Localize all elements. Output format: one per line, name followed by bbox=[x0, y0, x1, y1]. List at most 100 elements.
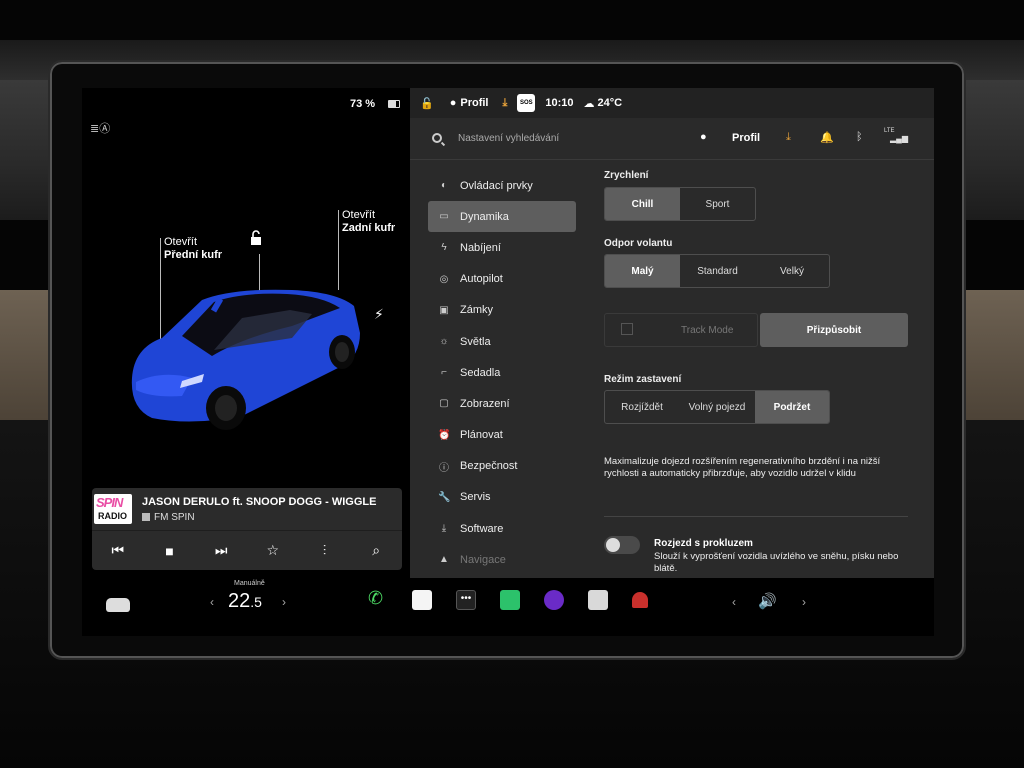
equalizer-icon[interactable]: ⫶ bbox=[311, 542, 337, 559]
settings-nav: ◐ Ovládací prvky ▭ Dynamika ϟ Nabíjení ◎ Aut… bbox=[428, 170, 576, 575]
volume-up-icon[interactable]: › bbox=[802, 595, 806, 609]
status-bar: 🔓 ● Profil ⤓ SOS 10:10 ☁ 24°C bbox=[410, 88, 934, 118]
settings-panel: Nastavení vyhledávání ● Profil ⤓ 🔔 ᛒ LTE… bbox=[410, 118, 934, 578]
slip-start-description: Slouží k vyprošťení vozidla uvízlého ve … bbox=[654, 551, 899, 574]
nav-item-autopilot[interactable]: ◎ Autopilot bbox=[428, 264, 576, 295]
nav-item-lights[interactable]: ☼ Světla bbox=[428, 326, 576, 357]
stopping-option-creep[interactable]: Rozjíždět bbox=[605, 391, 679, 423]
nav-item-charging[interactable]: ϟ Nabíjení bbox=[428, 232, 576, 263]
nav-item-locks[interactable]: ▣ Zámky bbox=[428, 295, 576, 326]
nav-item-label: Nabíjení bbox=[460, 241, 501, 254]
download-icon[interactable]: ⤓ bbox=[502, 97, 507, 110]
bluetooth-icon[interactable]: ᛒ bbox=[856, 131, 863, 143]
calendar-icon[interactable] bbox=[588, 590, 608, 610]
nav-item-safety[interactable]: ⓘ Bezpečnost bbox=[428, 451, 576, 482]
touchscreen: 73 % ≣Ⓐ Otevřít Přední kufr Otevřít Zadn… bbox=[82, 88, 934, 636]
weather-icon: ☁ bbox=[583, 97, 595, 110]
now-playing-title: JASON DERULO ft. SNOOP DOGG - WIGGLE bbox=[142, 496, 377, 508]
settings-header: Nastavení vyhledávání ● Profil ⤓ 🔔 ᛒ LTE… bbox=[410, 118, 934, 160]
volume-icon[interactable]: 🔊 bbox=[758, 592, 777, 610]
nav-item-display[interactable]: ▢ Zobrazení bbox=[428, 388, 576, 419]
customize-button[interactable]: Přizpůsobit bbox=[760, 313, 908, 347]
display-icon: ▢ bbox=[439, 398, 449, 410]
rear-trunk-label: Zadní kufr bbox=[342, 222, 396, 234]
steering-title: Odpor volantu bbox=[604, 238, 673, 249]
front-trunk-action: Otevřít bbox=[164, 236, 198, 248]
temp-decimal: .5 bbox=[250, 594, 262, 610]
bell-icon[interactable]: 🔔 bbox=[820, 131, 834, 144]
wood-trim-right bbox=[964, 290, 1024, 420]
steering-option-standard[interactable]: Standard bbox=[680, 255, 755, 287]
signal-icon: ▂▄▆ bbox=[890, 134, 908, 143]
notes-icon[interactable] bbox=[412, 590, 432, 610]
station-label: FM SPIN bbox=[154, 512, 195, 523]
acceleration-option-chill[interactable]: Chill bbox=[605, 188, 680, 220]
front-trunk-label: Přední kufr bbox=[164, 249, 223, 261]
front-trunk-button[interactable]: Otevřít Přední kufr bbox=[164, 236, 222, 262]
nav-item-label: Software bbox=[460, 522, 504, 535]
acceleration-option-sport[interactable]: Sport bbox=[680, 188, 755, 220]
temp-down-icon[interactable]: ‹ bbox=[210, 595, 214, 609]
previous-track-icon[interactable]: ⏮ bbox=[105, 542, 131, 559]
toggle-icon: ◐ bbox=[440, 180, 448, 192]
media-search-icon[interactable]: ⌕ bbox=[363, 542, 389, 559]
headlight-auto-icon[interactable]: ≣Ⓐ bbox=[90, 120, 112, 135]
settings-search-input[interactable]: Nastavení vyhledávání bbox=[458, 133, 559, 144]
nav-item-label: Plánovat bbox=[460, 429, 503, 442]
profile-label[interactable]: Profil bbox=[732, 132, 760, 144]
volume-down-icon[interactable]: ‹ bbox=[732, 595, 736, 609]
battery-percent: 73 % bbox=[350, 98, 376, 110]
download-icon: ⤓ bbox=[441, 523, 447, 535]
rear-trunk-button[interactable]: Otevřít Zadní kufr bbox=[342, 209, 395, 235]
sos-icon[interactable]: SOS bbox=[517, 94, 536, 112]
acceleration-title: Zrychlení bbox=[604, 170, 649, 181]
stocks-icon[interactable] bbox=[500, 590, 520, 610]
nav-item-controls[interactable]: ◐ Ovládací prvky bbox=[428, 170, 576, 201]
car-icon[interactable] bbox=[106, 598, 130, 612]
charge-port-icon[interactable]: ⚡ bbox=[374, 306, 384, 323]
profile-icon[interactable]: ● bbox=[450, 97, 457, 109]
download-icon[interactable]: ⤓ bbox=[786, 131, 791, 144]
nav-item-label: Zobrazení bbox=[460, 397, 510, 410]
stop-icon[interactable]: ■ bbox=[156, 543, 182, 559]
status-profile-label[interactable]: Profil bbox=[460, 97, 488, 109]
media-controls: ⏮ ■ ⏭ ☆ ⫶ ⌕ bbox=[92, 530, 402, 570]
seat-icon: ⌐ bbox=[441, 367, 447, 379]
camera-icon[interactable] bbox=[544, 590, 564, 610]
radio-icon bbox=[142, 513, 150, 521]
media-player: SPIN RADIO JASON DERULO ft. SNOOP DOGG -… bbox=[92, 488, 402, 570]
nav-item-schedule[interactable]: ⏰ Plánovat bbox=[428, 420, 576, 451]
unlock-icon[interactable] bbox=[248, 230, 264, 246]
slip-start-toggle[interactable] bbox=[604, 536, 640, 554]
car-icon: ▭ bbox=[439, 211, 449, 223]
temp-up-icon[interactable]: › bbox=[282, 595, 286, 609]
stopping-mode-description: Maximalizuje dojezd rozšířením regenerat… bbox=[604, 456, 881, 479]
lock-status-icon[interactable]: 🔓 bbox=[420, 97, 434, 110]
nav-item-dynamics[interactable]: ▭ Dynamika bbox=[428, 201, 576, 233]
favorite-star-icon[interactable]: ☆ bbox=[260, 542, 286, 559]
steering-selector: Malý Standard Velký bbox=[604, 254, 830, 288]
steering-option-light[interactable]: Malý bbox=[605, 255, 680, 287]
search-icon[interactable] bbox=[432, 133, 442, 143]
stopping-option-hold[interactable]: Podržet bbox=[755, 391, 829, 423]
track-mode-button[interactable]: Track Mode bbox=[604, 313, 758, 347]
nav-item-navigation[interactable]: ▲ Navigace bbox=[428, 544, 576, 575]
more-icon[interactable]: ••• bbox=[456, 590, 476, 610]
next-track-icon[interactable]: ⏭ bbox=[208, 542, 234, 559]
nav-item-seats[interactable]: ⌐ Sedadla bbox=[428, 357, 576, 388]
radio-logo-bottom: RADIO bbox=[98, 511, 127, 521]
profile-icon[interactable]: ● bbox=[700, 131, 707, 143]
joystick-icon[interactable] bbox=[632, 592, 648, 608]
clock-time: 10:10 bbox=[545, 97, 574, 109]
slip-start-title: Rozjezd s prokluzem bbox=[654, 538, 753, 549]
nav-item-service[interactable]: 🔧 Servis bbox=[428, 482, 576, 513]
nav-item-label: Navigace bbox=[460, 553, 506, 566]
navigation-icon: ▲ bbox=[439, 554, 449, 566]
nav-item-label: Sedadla bbox=[460, 366, 501, 379]
vehicle-panel: 73 % ≣Ⓐ Otevřít Přední kufr Otevřít Zadn… bbox=[82, 88, 410, 578]
steering-option-heavy[interactable]: Velký bbox=[755, 255, 829, 287]
cabin-temperature[interactable]: 22.5 bbox=[228, 590, 262, 613]
phone-icon[interactable]: ✆ bbox=[368, 588, 388, 608]
stopping-option-roll[interactable]: Volný pojezd bbox=[679, 391, 755, 423]
nav-item-software[interactable]: ⤓ Software bbox=[428, 513, 576, 544]
